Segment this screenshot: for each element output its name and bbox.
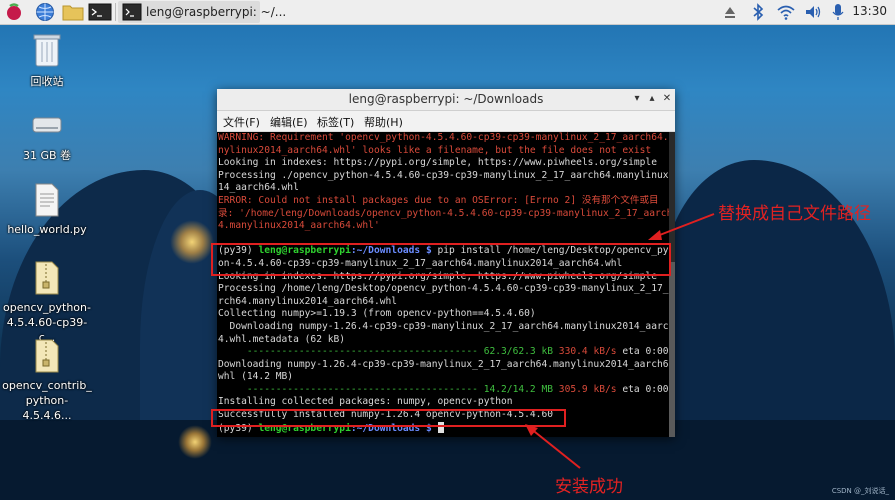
annotation-arrows (525, 213, 715, 469)
annotation-replace-path: 替换成自己文件路径 (718, 204, 871, 224)
watermark: CSDN @_刘说话_ (831, 487, 889, 495)
annotation-install-success: 安装成功 (555, 477, 623, 497)
